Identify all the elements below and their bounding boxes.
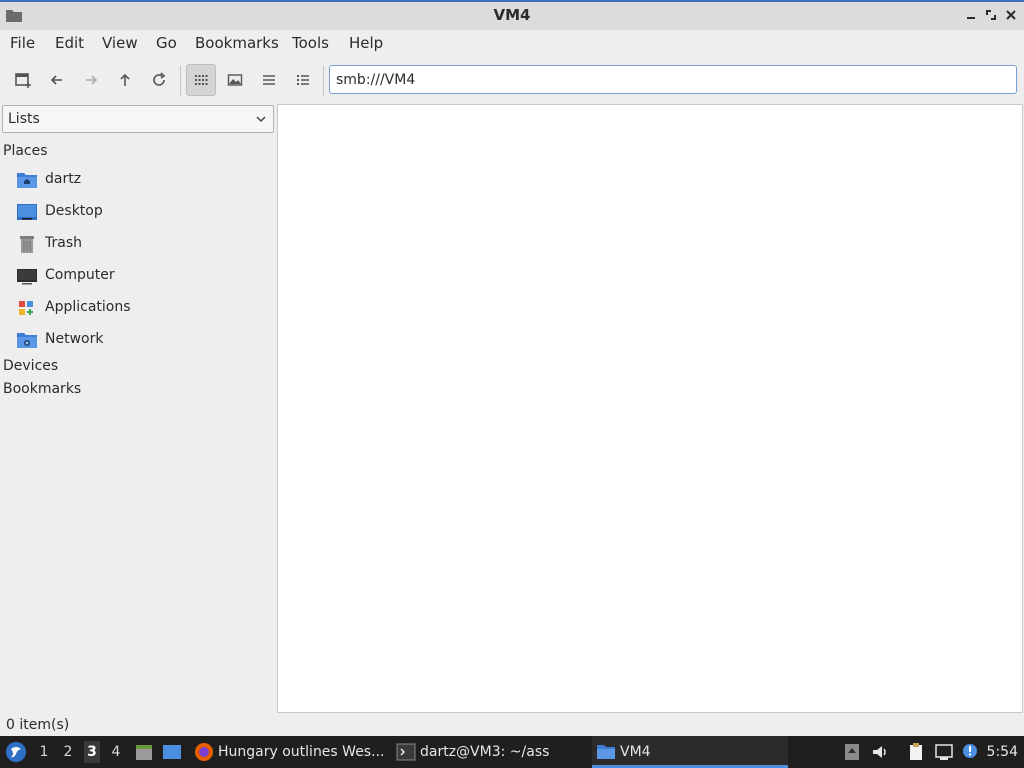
sidebar-item-label: Trash [45, 235, 82, 251]
sidebar-item-label: dartz [45, 171, 82, 187]
detailed-list-icon [297, 75, 309, 85]
workspace-4[interactable]: 4 [108, 744, 124, 760]
sidebar-item-trash[interactable]: Trash [16, 231, 266, 257]
trash-icon [20, 236, 34, 253]
network-folder-icon [17, 333, 37, 348]
compact-list-icon [263, 75, 275, 85]
icon-view-button[interactable] [186, 64, 216, 96]
workspace-2[interactable]: 2 [60, 744, 76, 760]
sidebar-item-desktop[interactable]: Desktop [16, 199, 266, 225]
sidebar-item-label: Applications [45, 299, 131, 315]
sidebar-item-applications[interactable]: Applications [16, 295, 266, 321]
menu-tools[interactable]: Tools [292, 34, 329, 52]
menu-view[interactable]: View [102, 34, 138, 52]
start-menu-icon[interactable] [5, 741, 27, 763]
menu-bookmarks[interactable]: Bookmarks [195, 34, 279, 52]
clock: 5:54 [986, 744, 1018, 760]
task-vm4[interactable]: VM4 [592, 736, 788, 768]
window-title: VM4 [493, 6, 531, 24]
back-button[interactable] [42, 64, 72, 96]
computer-icon [17, 269, 37, 285]
desktop-launcher-icon[interactable] [162, 742, 182, 762]
places-heading[interactable]: Places [3, 143, 48, 159]
sidebar-item-network[interactable]: Network [16, 327, 266, 353]
notification-icon[interactable] [960, 742, 980, 762]
title-bar: VM4 [0, 0, 1024, 30]
menu-file[interactable]: File [10, 34, 35, 52]
task-terminal[interactable]: dartz@VM3: ~/ass [396, 736, 588, 768]
eject-icon[interactable] [842, 742, 862, 762]
close-icon[interactable] [1002, 6, 1020, 24]
menu-go[interactable]: Go [156, 34, 177, 52]
sidebar-item-dartz[interactable]: dartz [16, 167, 266, 193]
menu-edit[interactable]: Edit [55, 34, 84, 52]
file-manager-launcher-icon[interactable] [134, 742, 154, 762]
desktop-icon [17, 204, 37, 220]
terminal-icon [396, 743, 416, 761]
sidebar-item-label: Network [45, 331, 104, 347]
arrow-right-icon [86, 75, 98, 85]
reload-button[interactable] [144, 64, 174, 96]
forward-button[interactable] [76, 64, 106, 96]
taskbar: 1 2 3 4 Hungary outlines Wes... dartz@VM… [0, 736, 1024, 768]
devices-heading[interactable]: Devices [3, 358, 58, 374]
volume-icon[interactable] [870, 742, 890, 762]
applications-icon [19, 301, 33, 315]
workspace-1[interactable]: 1 [36, 744, 52, 760]
new-tab-button[interactable] [8, 64, 38, 96]
workspace-3[interactable]: 3 [84, 741, 100, 763]
toolbar [0, 60, 1024, 100]
new-tab-icon [15, 73, 31, 88]
task-label: dartz@VM3: ~/ass [420, 744, 550, 760]
path-input[interactable] [329, 65, 1017, 94]
task-label: Hungary outlines Wes... [218, 744, 385, 760]
sidebar-mode-select[interactable]: Lists [2, 105, 274, 133]
arrow-up-icon [120, 73, 130, 86]
home-folder-icon [17, 173, 37, 188]
menu-bar: File Edit View Go Bookmarks Tools Help [0, 30, 1024, 56]
compact-view-button[interactable] [254, 64, 284, 96]
status-text: 0 item(s) [6, 717, 70, 733]
detailed-view-button[interactable] [288, 64, 318, 96]
up-button[interactable] [110, 64, 140, 96]
arrow-left-icon [50, 75, 62, 85]
toolbar-separator [180, 66, 181, 96]
sidebar-item-label: Desktop [45, 203, 103, 219]
task-label: VM4 [620, 744, 651, 760]
minimize-icon[interactable] [962, 6, 980, 24]
chevron-down-icon [256, 116, 266, 123]
thumbnail-view-button[interactable] [220, 64, 250, 96]
toolbar-separator [323, 66, 324, 96]
clipboard-icon[interactable] [906, 742, 926, 762]
bookmarks-heading[interactable]: Bookmarks [3, 381, 81, 397]
icon-grid-icon [195, 75, 208, 85]
firefox-icon [195, 743, 213, 761]
network-icon[interactable] [934, 742, 954, 762]
task-firefox[interactable]: Hungary outlines Wes... [194, 736, 390, 768]
image-icon [227, 74, 243, 86]
file-view[interactable] [277, 104, 1023, 713]
sidebar-item-computer[interactable]: Computer [16, 263, 266, 289]
sidebar-mode-label: Lists [8, 111, 40, 127]
menu-help[interactable]: Help [349, 34, 383, 52]
maximize-icon[interactable] [982, 6, 1000, 24]
folder-icon [597, 745, 615, 759]
sidebar-item-label: Computer [45, 267, 115, 283]
reload-icon [153, 72, 166, 86]
